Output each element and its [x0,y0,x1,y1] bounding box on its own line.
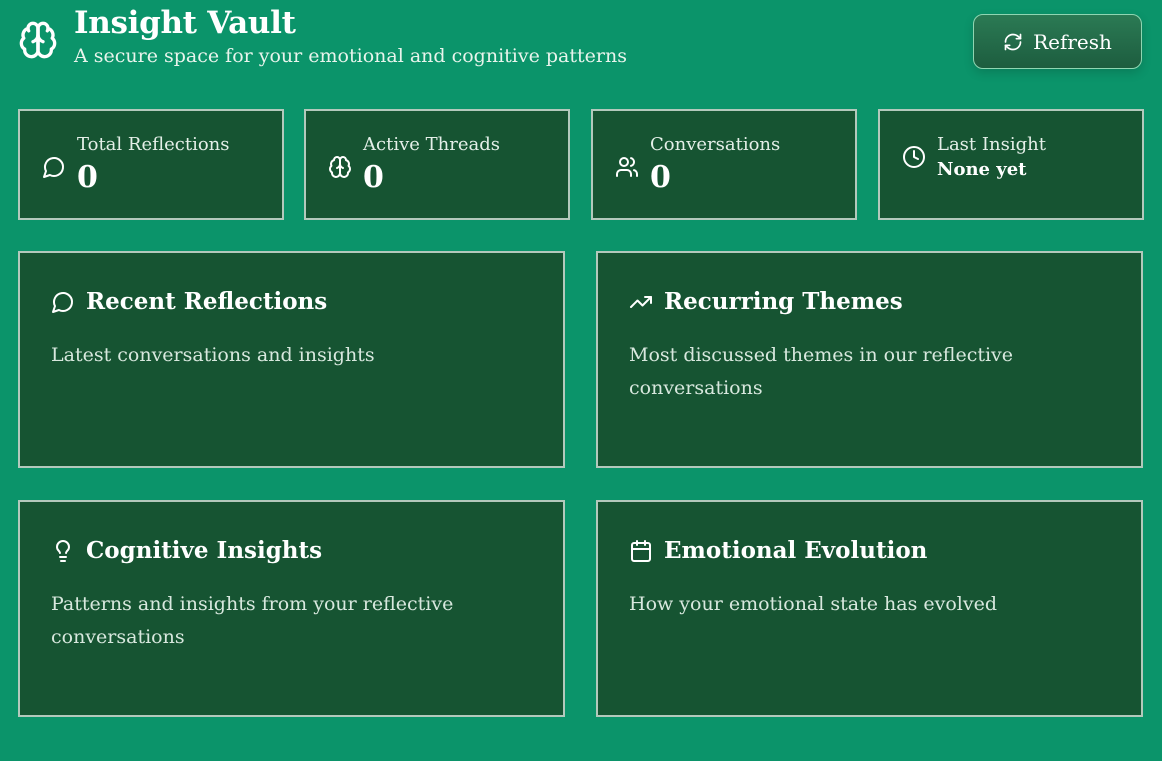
brain-icon [329,156,351,178]
card-recurring-themes: Recurring Themes Most discussed themes i… [596,251,1143,468]
stat-label: Last Insight [937,134,1046,155]
card-title: Emotional Evolution [664,537,928,564]
lightbulb-icon [56,540,70,562]
card-title: Recent Reflections [86,288,328,315]
stat-total-reflections: Total Reflections 0 [18,109,284,220]
stat-value: None yet [937,159,1027,180]
app-header: Insight Vault A secure space for your em… [18,4,627,68]
stat-last-insight: Last Insight None yet [878,109,1144,220]
trending-up-icon [630,296,652,308]
card-description: Patterns and insights from your reflecti… [51,593,454,648]
card-recent-reflections: Recent Reflections Latest conversations … [18,251,565,468]
clock-icon [903,146,925,168]
stat-value: 0 [363,160,384,195]
app-subtitle: A secure space for your emotional and co… [74,45,627,67]
card-header: Emotional Evolution [629,536,927,566]
stat-label: Conversations [650,134,781,155]
refresh-button[interactable]: Refresh [973,14,1142,69]
card-emotional-evolution: Emotional Evolution How your emotional s… [596,500,1143,717]
card-title: Recurring Themes [664,288,903,315]
brain-icon [19,21,57,59]
header-text: Insight Vault A secure space for your em… [74,4,627,68]
card-header: Recent Reflections [51,287,327,317]
stat-conversations: Conversations 0 [591,109,857,220]
card-title: Cognitive Insights [86,537,323,564]
card-description: Most discussed themes in our reflective … [629,344,1014,399]
stat-label: Total Reflections [77,134,230,155]
app-title: Insight Vault [74,5,296,41]
card-description: How your emotional state has evolved [629,593,997,615]
stat-value: 0 [650,160,671,195]
message-circle-icon [52,292,73,313]
stat-active-threads: Active Threads 0 [304,109,570,220]
message-circle-icon [43,157,64,178]
calendar-icon [631,540,651,562]
card-cognitive-insights: Cognitive Insights Patterns and insights… [18,500,565,717]
card-header: Recurring Themes [629,287,903,317]
card-header: Cognitive Insights [51,536,322,566]
stat-label: Active Threads [363,134,500,155]
users-icon [616,157,638,177]
stat-value: 0 [77,160,98,195]
card-description: Latest conversations and insights [51,344,375,366]
refresh-icon [1004,33,1022,50]
refresh-label: Refresh [1033,29,1112,54]
